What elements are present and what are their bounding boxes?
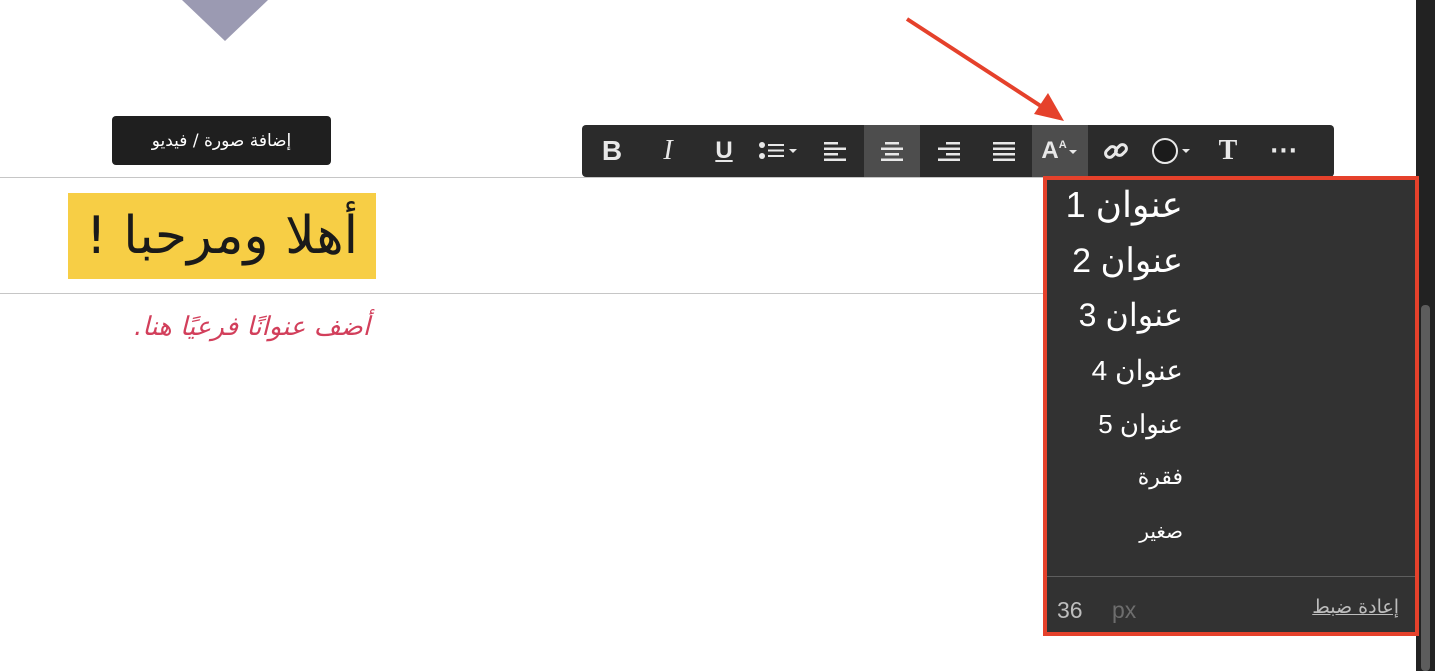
font-size-glyph-small: A (1058, 139, 1067, 151)
align-center-button[interactable] (864, 125, 920, 177)
font-size-unit: px (1112, 597, 1137, 623)
align-justify-icon (993, 142, 1015, 161)
heading-4-option[interactable]: عنوان 4 (1092, 354, 1183, 387)
font-size-dropdown-icon: A A (1041, 138, 1078, 164)
text-format-toolbar: B I U A A T ··· (582, 125, 1334, 177)
page-title[interactable]: أهلا ومرحبا ! (68, 193, 376, 279)
link-icon (1104, 143, 1128, 159)
align-center-icon (881, 142, 903, 161)
font-size-glyph-large: A (1041, 137, 1059, 164)
color-circle-dropdown-icon (1152, 138, 1190, 164)
add-media-button[interactable]: إضافة صورة / فيديو (112, 116, 331, 165)
align-left-icon (824, 142, 846, 161)
italic-icon: I (663, 135, 673, 166)
clear-format-button[interactable]: T (1200, 125, 1256, 177)
italic-button[interactable]: I (640, 125, 696, 177)
link-button[interactable] (1088, 125, 1144, 177)
font-size-value[interactable]: 36 (1057, 597, 1083, 624)
more-options-button[interactable]: ··· (1256, 125, 1312, 177)
text-color-button[interactable] (1144, 125, 1200, 177)
underline-icon: U (715, 137, 733, 164)
heading-style-dropdown: عنوان 1 عنوان 2 عنوان 3 عنوان 4 عنوان 5 … (1043, 176, 1419, 636)
reset-link[interactable]: إعادة ضبط (1312, 596, 1399, 618)
align-left-button[interactable] (808, 125, 864, 177)
text-format-icon: T (1218, 135, 1238, 166)
page-title-text[interactable]: أهلا ومرحبا ! (86, 206, 358, 266)
align-right-button[interactable] (920, 125, 976, 177)
font-size-button[interactable]: A A (1032, 125, 1088, 177)
align-right-icon (938, 142, 960, 161)
heading-1-option[interactable]: عنوان 1 (1066, 184, 1183, 226)
page-subtitle[interactable]: أضف عنوانًا فرعيًا هنا. (70, 312, 370, 342)
bullet-list-dropdown-icon (759, 142, 797, 159)
bold-icon: B (601, 135, 623, 166)
paragraph-option[interactable]: فقرة (1138, 464, 1183, 490)
decorative-triangle (182, 0, 268, 41)
scrollbar-thumb[interactable] (1421, 305, 1430, 671)
align-justify-button[interactable] (976, 125, 1032, 177)
bullet-list-button[interactable] (752, 125, 808, 177)
title-section-top-border (0, 177, 1043, 178)
small-option[interactable]: صغير (1139, 519, 1183, 544)
heading-3-option[interactable]: عنوان 3 (1079, 296, 1183, 334)
more-horizontal-icon: ··· (1269, 138, 1299, 164)
bold-button[interactable]: B (584, 125, 640, 177)
title-section-bottom-border (0, 293, 1043, 294)
dropdown-separator (1047, 576, 1415, 577)
underline-button[interactable]: U (696, 125, 752, 177)
heading-5-option[interactable]: عنوان 5 (1098, 409, 1183, 440)
heading-2-option[interactable]: عنوان 2 (1072, 241, 1183, 281)
